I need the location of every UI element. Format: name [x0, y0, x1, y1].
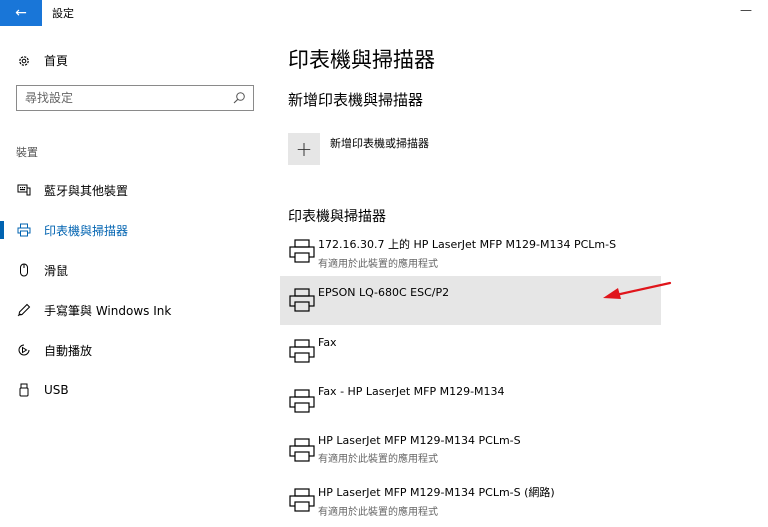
printer-item[interactable]: 172.16.30.7 上的 HP LaserJet MFP M129-M134…	[280, 228, 661, 277]
title-bar: ← 設定 —	[0, 0, 768, 26]
page-title: 印表機與掃描器	[288, 48, 435, 72]
usb-icon	[16, 382, 32, 398]
printer-name: Fax	[318, 336, 337, 349]
sidebar-item-label: 藍牙與其他裝置	[44, 183, 129, 198]
printer-icon	[16, 222, 32, 238]
back-arrow-icon: ←	[15, 5, 27, 21]
section-label-devices: 裝置	[16, 146, 38, 159]
printer-name: HP LaserJet MFP M129-M134 PCLm-S	[318, 434, 521, 447]
minimize-icon: —	[740, 3, 752, 17]
printer-icon	[288, 436, 316, 464]
sidebar-item-mouse[interactable]: 滑鼠	[0, 250, 270, 290]
printer-icon	[288, 286, 316, 314]
sidebar-item-label: USB	[44, 383, 69, 397]
printer-icon	[288, 486, 316, 514]
printer-icon	[288, 337, 316, 365]
sidebar-item-label: 自動播放	[44, 343, 93, 358]
add-printer-label: 新增印表機或掃描器	[330, 137, 429, 150]
autoplay-icon	[16, 342, 32, 358]
home-nav-item[interactable]: 首頁	[16, 52, 68, 69]
window-title: 設定	[52, 7, 74, 20]
sidebar-item-autoplay[interactable]: 自動播放	[0, 330, 270, 370]
printer-subtitle: 有適用於此裝置的應用程式	[318, 507, 438, 518]
printer-name: 172.16.30.7 上的 HP LaserJet MFP M129-M134…	[318, 238, 617, 251]
printer-item[interactable]: HP LaserJet MFP M129-M134 PCLm-S 有適用於此裝置…	[280, 428, 661, 477]
printer-name: HP LaserJet MFP M129-M134 PCLm-S (網路)	[318, 486, 555, 499]
gear-icon	[16, 53, 32, 69]
search-input[interactable]	[17, 86, 225, 110]
bluetooth-devices-icon	[16, 182, 32, 198]
sidebar-nav: 藍牙與其他裝置 印表機與掃描器 滑鼠 手寫筆與 Windows Ink 自動播放	[0, 170, 270, 410]
printer-name: EPSON LQ-680C ESC/P2	[318, 286, 450, 299]
plus-icon: +	[295, 137, 313, 161]
sidebar-item-pen[interactable]: 手寫筆與 Windows Ink	[0, 290, 270, 330]
add-section-title: 新增印表機與掃描器	[288, 91, 424, 109]
printer-icon	[288, 387, 316, 415]
add-printer-button[interactable]: + 新增印表機或掃描器	[288, 133, 429, 165]
printer-subtitle: 有適用於此裝置的應用程式	[318, 454, 438, 465]
mouse-icon	[16, 262, 32, 278]
home-label: 首頁	[44, 54, 69, 68]
printer-icon	[288, 237, 316, 265]
search-icon[interactable]	[231, 90, 247, 106]
sidebar-item-label: 手寫筆與 Windows Ink	[44, 303, 172, 318]
back-button[interactable]: ←	[0, 0, 42, 26]
printer-item[interactable]: Fax	[280, 329, 661, 378]
annotation-arrow-icon	[603, 281, 672, 299]
sidebar-item-label: 滑鼠	[44, 263, 69, 278]
printer-list-title: 印表機與掃描器	[288, 209, 386, 225]
printer-item[interactable]: HP LaserJet MFP M129-M134 PCLm-S (網路) 有適…	[280, 478, 661, 527]
minimize-button[interactable]: —	[736, 3, 756, 21]
pen-icon	[16, 302, 32, 318]
sidebar-item-label: 印表機與掃描器	[44, 223, 129, 238]
sidebar: 首頁 裝置 藍牙與其他裝置 印表機與掃描器 滑鼠	[0, 26, 270, 524]
printer-item[interactable]: Fax - HP LaserJet MFP M129-M134	[280, 379, 661, 428]
search-box	[16, 85, 254, 111]
sidebar-item-bluetooth[interactable]: 藍牙與其他裝置	[0, 170, 270, 210]
sidebar-item-printers[interactable]: 印表機與掃描器	[0, 210, 270, 250]
printer-subtitle: 有適用於此裝置的應用程式	[318, 259, 438, 270]
printer-name: Fax - HP LaserJet MFP M129-M134	[318, 385, 505, 398]
add-tile: +	[288, 133, 320, 165]
sidebar-item-usb[interactable]: USB	[0, 370, 270, 410]
